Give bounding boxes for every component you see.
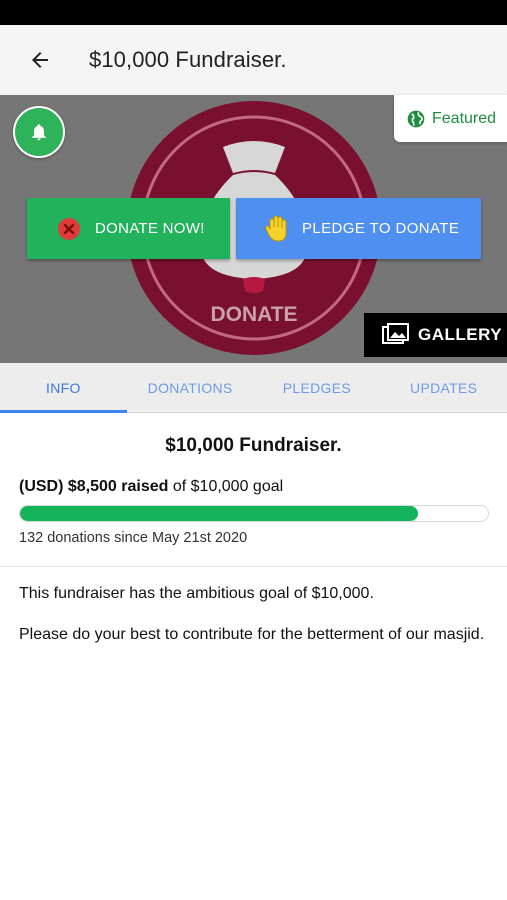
raised-amount: (USD) $8,500 raised of $10,000 goal	[19, 478, 283, 496]
donate-now-label: DONATE NOW!	[95, 220, 205, 237]
featured-badge: Featured	[394, 95, 507, 142]
close-circle-icon	[58, 217, 80, 240]
status-bar	[0, 0, 507, 25]
globe-icon	[407, 110, 425, 127]
gallery-label: GALLERY	[418, 325, 503, 344]
raised-prefix: (USD) $8,500 raised	[19, 478, 169, 495]
page-title: $10,000 Fundraiser.	[89, 47, 287, 72]
description-paragraph: This fundraiser has the ambitious goal o…	[19, 585, 374, 602]
featured-label: Featured	[432, 109, 497, 127]
hand-icon	[265, 214, 287, 242]
pledge-label: PLEDGE TO DONATE	[302, 220, 460, 237]
gallery-icon	[382, 323, 409, 344]
tab-pledges[interactable]: PLEDGES	[254, 363, 381, 412]
tab-donations[interactable]: DONATIONS	[127, 363, 254, 412]
donate-now-button[interactable]: DONATE NOW!	[27, 198, 230, 259]
tab-bar: INFO DONATIONS PLEDGES UPDATES	[0, 363, 507, 413]
description-paragraph: Please do your best to contribute for th…	[19, 626, 485, 643]
notify-button[interactable]	[13, 106, 65, 158]
progress-bar	[19, 505, 489, 522]
fundraiser-summary: $10,000 Fundraiser. (USD) $8,500 raised …	[0, 413, 507, 567]
arrow-left-icon	[32, 52, 48, 68]
raised-suffix: of $10,000 goal	[168, 478, 284, 495]
fundraiser-title: $10,000 Fundraiser.	[165, 435, 342, 456]
progress-fill	[20, 506, 418, 521]
gallery-button[interactable]: GALLERY	[364, 313, 507, 357]
logo-text: DONATE	[210, 303, 297, 326]
app-bar: $10,000 Fundraiser.	[0, 25, 507, 95]
back-button[interactable]	[20, 40, 60, 80]
tab-updates[interactable]: UPDATES	[380, 363, 507, 412]
donations-count: 132 donations since May 21st 2020	[19, 530, 248, 546]
tab-info[interactable]: INFO	[0, 363, 127, 413]
pledge-button[interactable]: PLEDGE TO DONATE	[236, 198, 481, 259]
fundraiser-description: This fundraiser has the ambitious goal o…	[19, 583, 489, 665]
bell-icon	[32, 124, 46, 141]
